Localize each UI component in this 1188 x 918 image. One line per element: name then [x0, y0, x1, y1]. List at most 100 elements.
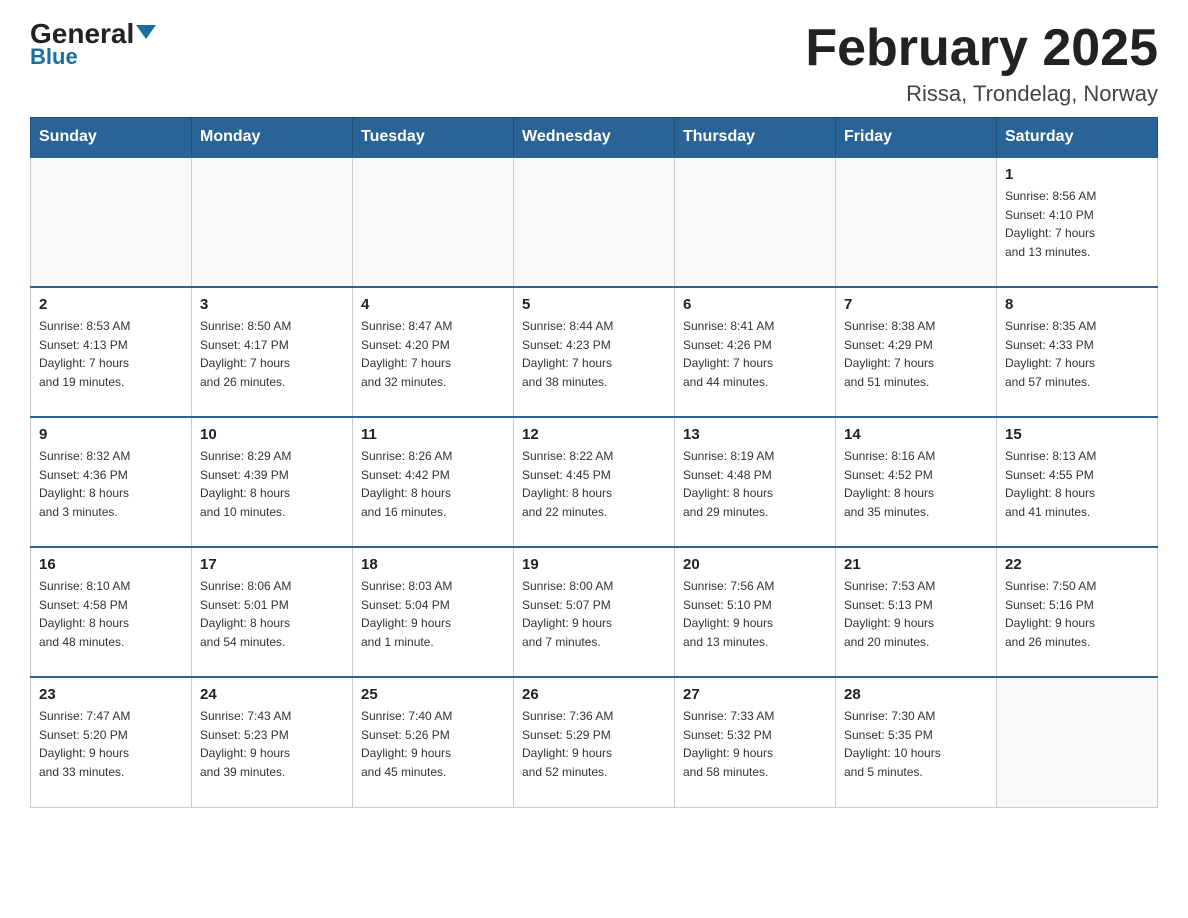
- calendar-cell: 25 Sunrise: 7:40 AM Sunset: 5:26 PM Dayli…: [353, 677, 514, 807]
- calendar-cell: 1Sunrise: 8:56 AM Sunset: 4:10 PM Daylig…: [997, 157, 1158, 287]
- calendar-cell: 26 Sunrise: 7:36 AM Sunset: 5:29 PM Dayli…: [514, 677, 675, 807]
- day-info: Sunrise: 7:40 AM Sunset: 5:26 PM Dayligh…: [361, 707, 505, 781]
- header-sunday: Sunday: [31, 118, 192, 158]
- page-header: General Blue February 2025 Rissa, Tronde…: [30, 20, 1158, 107]
- day-info: Sunrise: 8:47 AM Sunset: 4:20 PM Dayligh…: [361, 317, 505, 391]
- day-number: 24: [200, 686, 344, 703]
- day-number: 9: [39, 426, 183, 443]
- day-info: Sunrise: 8:06 AM Sunset: 5:01 PM Dayligh…: [200, 577, 344, 651]
- day-number: 6: [683, 296, 827, 313]
- day-info: Sunrise: 7:30 AM Sunset: 5:35 PM Dayligh…: [844, 707, 988, 781]
- calendar-cell: 2 Sunrise: 8:53 AM Sunset: 4:13 PM Daylig…: [31, 287, 192, 417]
- day-info: Sunrise: 8:03 AM Sunset: 5:04 PM Dayligh…: [361, 577, 505, 651]
- day-info: Sunrise: 8:32 AM Sunset: 4:36 PM Dayligh…: [39, 447, 183, 521]
- header-saturday: Saturday: [997, 118, 1158, 158]
- calendar-cell: [353, 157, 514, 287]
- calendar-cell: [675, 157, 836, 287]
- weekday-header-row: Sunday Monday Tuesday Wednesday Thursday…: [31, 118, 1158, 158]
- day-number: 23: [39, 686, 183, 703]
- day-number: 5: [522, 296, 666, 313]
- calendar-week-row: 23 Sunrise: 7:47 AM Sunset: 5:20 PM Dayli…: [31, 677, 1158, 807]
- header-friday: Friday: [836, 118, 997, 158]
- day-number: 7: [844, 296, 988, 313]
- day-info: Sunrise: 7:33 AM Sunset: 5:32 PM Dayligh…: [683, 707, 827, 781]
- day-number: 13: [683, 426, 827, 443]
- calendar-cell: 14 Sunrise: 8:16 AM Sunset: 4:52 PM Dayli…: [836, 417, 997, 547]
- day-info: Sunrise: 7:47 AM Sunset: 5:20 PM Dayligh…: [39, 707, 183, 781]
- logo: General Blue: [30, 20, 156, 70]
- day-number: 14: [844, 426, 988, 443]
- day-info: Sunrise: 8:22 AM Sunset: 4:45 PM Dayligh…: [522, 447, 666, 521]
- day-number: 11: [361, 426, 505, 443]
- day-number: 21: [844, 556, 988, 573]
- day-info: Sunrise: 8:38 AM Sunset: 4:29 PM Dayligh…: [844, 317, 988, 391]
- header-monday: Monday: [192, 118, 353, 158]
- header-tuesday: Tuesday: [353, 118, 514, 158]
- day-info: Sunrise: 7:56 AM Sunset: 5:10 PM Dayligh…: [683, 577, 827, 651]
- calendar-cell: 22 Sunrise: 7:50 AM Sunset: 5:16 PM Dayli…: [997, 547, 1158, 677]
- day-info: Sunrise: 8:53 AM Sunset: 4:13 PM Dayligh…: [39, 317, 183, 391]
- calendar-cell: 19Sunrise: 8:00 AM Sunset: 5:07 PM Dayli…: [514, 547, 675, 677]
- day-info: Sunrise: 8:50 AM Sunset: 4:17 PM Dayligh…: [200, 317, 344, 391]
- day-info: Sunrise: 8:41 AM Sunset: 4:26 PM Dayligh…: [683, 317, 827, 391]
- calendar-cell: [836, 157, 997, 287]
- day-number: 16: [39, 556, 183, 573]
- calendar-week-row: 2 Sunrise: 8:53 AM Sunset: 4:13 PM Daylig…: [31, 287, 1158, 417]
- calendar-cell: 28 Sunrise: 7:30 AM Sunset: 5:35 PM Dayli…: [836, 677, 997, 807]
- day-number: 4: [361, 296, 505, 313]
- day-number: 26: [522, 686, 666, 703]
- calendar-cell: 13 Sunrise: 8:19 AM Sunset: 4:48 PM Dayli…: [675, 417, 836, 547]
- day-number: 22: [1005, 556, 1149, 573]
- day-info: Sunrise: 8:35 AM Sunset: 4:33 PM Dayligh…: [1005, 317, 1149, 391]
- logo-triangle-icon: [136, 25, 156, 39]
- day-info: Sunrise: 8:29 AM Sunset: 4:39 PM Dayligh…: [200, 447, 344, 521]
- day-info: Sunrise: 8:44 AM Sunset: 4:23 PM Dayligh…: [522, 317, 666, 391]
- calendar-week-row: 1Sunrise: 8:56 AM Sunset: 4:10 PM Daylig…: [31, 157, 1158, 287]
- calendar-cell: 5 Sunrise: 8:44 AM Sunset: 4:23 PM Daylig…: [514, 287, 675, 417]
- calendar-cell: 9 Sunrise: 8:32 AM Sunset: 4:36 PM Daylig…: [31, 417, 192, 547]
- day-info: Sunrise: 8:13 AM Sunset: 4:55 PM Dayligh…: [1005, 447, 1149, 521]
- header-thursday: Thursday: [675, 118, 836, 158]
- calendar-cell: [997, 677, 1158, 807]
- calendar-cell: 20Sunrise: 7:56 AM Sunset: 5:10 PM Dayli…: [675, 547, 836, 677]
- day-number: 17: [200, 556, 344, 573]
- day-number: 12: [522, 426, 666, 443]
- day-number: 25: [361, 686, 505, 703]
- day-number: 3: [200, 296, 344, 313]
- day-info: Sunrise: 8:16 AM Sunset: 4:52 PM Dayligh…: [844, 447, 988, 521]
- day-number: 18: [361, 556, 505, 573]
- calendar-cell: 3 Sunrise: 8:50 AM Sunset: 4:17 PM Daylig…: [192, 287, 353, 417]
- calendar-cell: 27 Sunrise: 7:33 AM Sunset: 5:32 PM Dayli…: [675, 677, 836, 807]
- calendar-cell: 4 Sunrise: 8:47 AM Sunset: 4:20 PM Daylig…: [353, 287, 514, 417]
- calendar-cell: 15 Sunrise: 8:13 AM Sunset: 4:55 PM Dayli…: [997, 417, 1158, 547]
- calendar-week-row: 9 Sunrise: 8:32 AM Sunset: 4:36 PM Daylig…: [31, 417, 1158, 547]
- day-number: 10: [200, 426, 344, 443]
- day-info: Sunrise: 8:19 AM Sunset: 4:48 PM Dayligh…: [683, 447, 827, 521]
- calendar-title: February 2025: [805, 20, 1158, 77]
- day-number: 2: [39, 296, 183, 313]
- calendar-cell: [192, 157, 353, 287]
- day-info: Sunrise: 7:43 AM Sunset: 5:23 PM Dayligh…: [200, 707, 344, 781]
- day-number: 1: [1005, 166, 1149, 183]
- day-number: 19: [522, 556, 666, 573]
- calendar-cell: 11Sunrise: 8:26 AM Sunset: 4:42 PM Dayli…: [353, 417, 514, 547]
- calendar-cell: 21 Sunrise: 7:53 AM Sunset: 5:13 PM Dayli…: [836, 547, 997, 677]
- header-wednesday: Wednesday: [514, 118, 675, 158]
- calendar-cell: 24 Sunrise: 7:43 AM Sunset: 5:23 PM Dayli…: [192, 677, 353, 807]
- day-info: Sunrise: 8:10 AM Sunset: 4:58 PM Dayligh…: [39, 577, 183, 651]
- calendar-cell: 16 Sunrise: 8:10 AM Sunset: 4:58 PM Dayli…: [31, 547, 192, 677]
- calendar-table: Sunday Monday Tuesday Wednesday Thursday…: [30, 117, 1158, 808]
- calendar-cell: 12 Sunrise: 8:22 AM Sunset: 4:45 PM Dayli…: [514, 417, 675, 547]
- calendar-cell: 10 Sunrise: 8:29 AM Sunset: 4:39 PM Dayli…: [192, 417, 353, 547]
- logo-blue: Blue: [30, 44, 78, 70]
- calendar-cell: [514, 157, 675, 287]
- day-number: 15: [1005, 426, 1149, 443]
- calendar-cell: 7 Sunrise: 8:38 AM Sunset: 4:29 PM Daylig…: [836, 287, 997, 417]
- day-number: 27: [683, 686, 827, 703]
- calendar-cell: 17 Sunrise: 8:06 AM Sunset: 5:01 PM Dayli…: [192, 547, 353, 677]
- day-info: Sunrise: 7:50 AM Sunset: 5:16 PM Dayligh…: [1005, 577, 1149, 651]
- day-number: 8: [1005, 296, 1149, 313]
- day-info: Sunrise: 7:53 AM Sunset: 5:13 PM Dayligh…: [844, 577, 988, 651]
- day-number: 28: [844, 686, 988, 703]
- day-info: Sunrise: 7:36 AM Sunset: 5:29 PM Dayligh…: [522, 707, 666, 781]
